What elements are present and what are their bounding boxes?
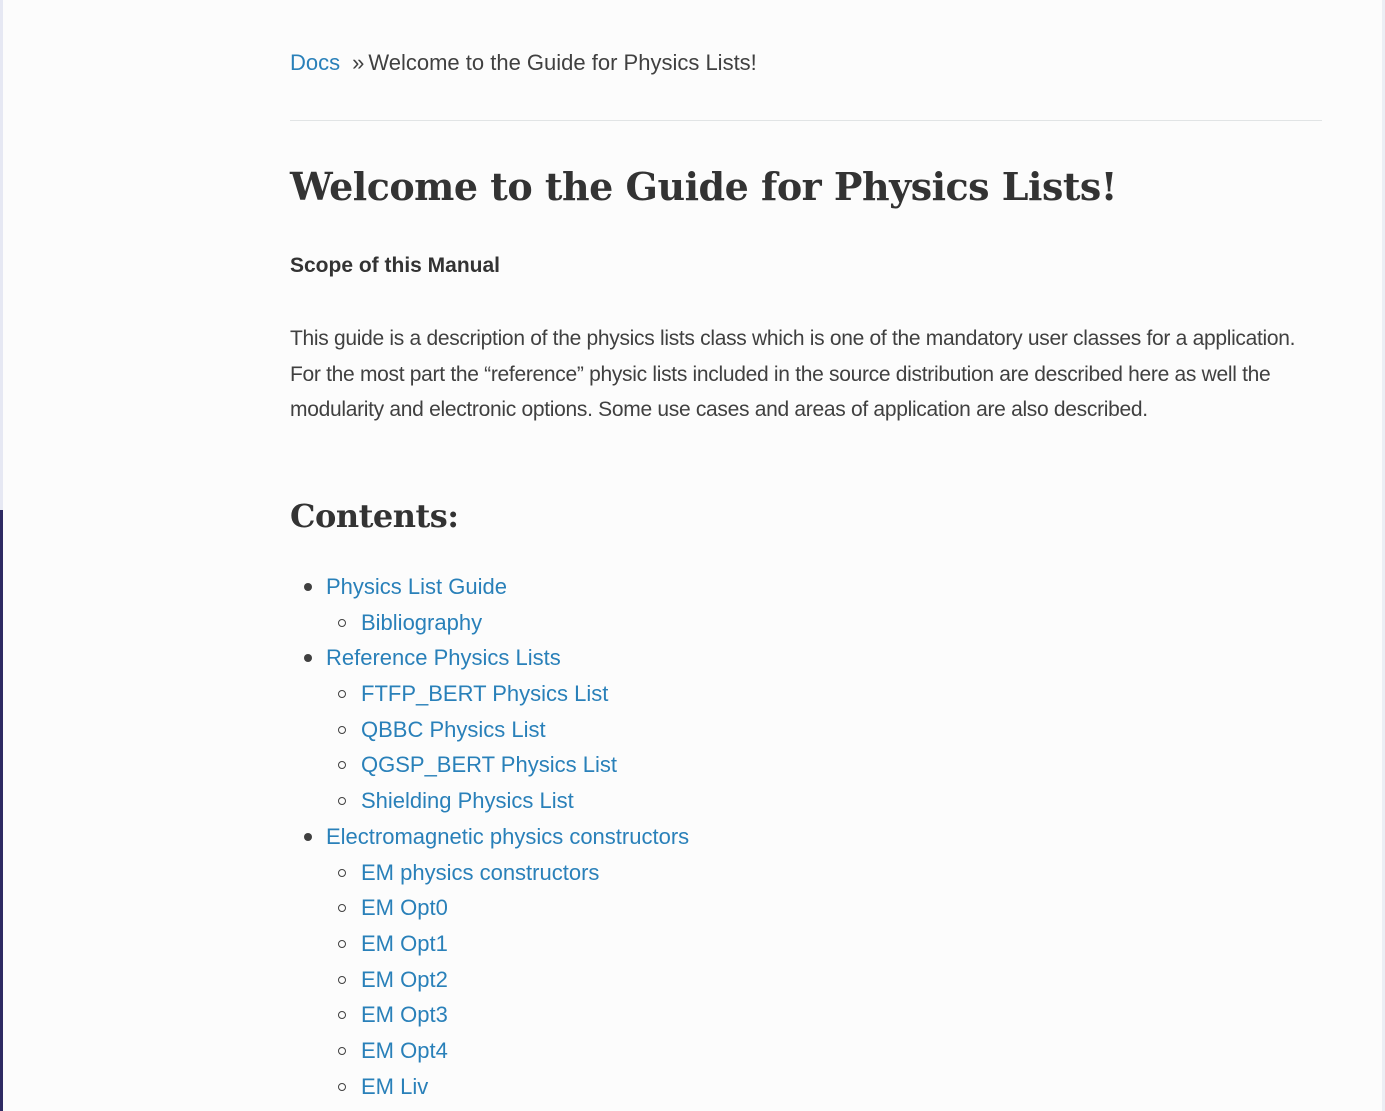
breadcrumb-current: Welcome to the Guide for Physics Lists!: [368, 50, 757, 75]
table-of-contents: Physics List Guide Bibliography Reference …: [290, 569, 689, 1104]
breadcrumb: Docs » Welcome to the Guide for Physics Li…: [290, 48, 757, 78]
toc-item: Electromagnetic physics constructors: [290, 819, 689, 855]
bullet-circle-icon: [338, 797, 346, 806]
toc-link[interactable]: Electromagnetic physics constructors: [326, 824, 689, 849]
toc-link[interactable]: EM Opt2: [361, 967, 448, 992]
toc-item: EM physics constructors: [290, 855, 689, 891]
toc-item: FTFP_BERT Physics List: [290, 676, 689, 712]
bullet-circle-icon: [338, 618, 346, 627]
toc-item: QBBC Physics List: [290, 712, 689, 748]
toc-link[interactable]: QGSP_BERT Physics List: [361, 752, 617, 777]
scope-heading: Scope of this Manual: [290, 254, 501, 277]
toc-item: Bibliography: [290, 605, 689, 641]
toc-link[interactable]: Bibliography: [361, 610, 482, 635]
bullet-circle-icon: [338, 868, 346, 877]
toc-link[interactable]: EM physics constructors: [361, 860, 599, 885]
toc-item: Physics List Guide: [290, 569, 689, 605]
toc-item: EM Liv: [290, 1069, 689, 1105]
toc-item: EM Opt2: [290, 962, 689, 998]
toc-link[interactable]: FTFP_BERT Physics List: [361, 681, 608, 706]
sidebar-edge-dark: [0, 510, 3, 1111]
page-title: Welcome to the Guide for Physics Lists!: [290, 164, 1117, 209]
toc-item: EM Opt3: [290, 997, 689, 1033]
bullet-circle-icon: [338, 690, 346, 699]
toc-item: EM Opt1: [290, 926, 689, 962]
toc-link[interactable]: Shielding Physics List: [361, 788, 574, 813]
bullet-circle-icon: [338, 975, 346, 984]
sidebar-edge: [0, 0, 3, 510]
toc-item: Shielding Physics List: [290, 783, 689, 819]
toc-item: EM Opt4: [290, 1033, 689, 1069]
toc-link[interactable]: Physics List Guide: [326, 574, 507, 599]
bullet-circle-icon: [338, 904, 346, 913]
bullet-disc-icon: [304, 654, 312, 663]
breadcrumb-docs-link[interactable]: Docs: [290, 50, 340, 75]
toc-link[interactable]: EM Opt0: [361, 895, 448, 920]
intro-paragraph: This guide is a description of the physi…: [290, 327, 1296, 422]
toc-item: QGSP_BERT Physics List: [290, 747, 689, 783]
bullet-disc-icon: [304, 832, 312, 841]
bullet-circle-icon: [338, 1011, 346, 1020]
toc-link[interactable]: EM Liv: [361, 1074, 428, 1099]
toc-link[interactable]: EM Opt1: [361, 931, 448, 956]
bullet-disc-icon: [304, 583, 312, 591]
toc-link[interactable]: EM Opt3: [361, 1002, 448, 1027]
toc-link[interactable]: Reference Physics Lists: [326, 645, 561, 670]
bullet-circle-icon: [338, 725, 346, 734]
contents-heading: Contents:: [290, 497, 459, 535]
bullet-circle-icon: [338, 939, 346, 948]
bullet-circle-icon: [338, 1046, 346, 1055]
toc-link[interactable]: QBBC Physics List: [361, 717, 546, 742]
bullet-circle-icon: [338, 1082, 346, 1091]
breadcrumb-separator: »: [352, 50, 365, 75]
toc-item: Reference Physics Lists: [290, 640, 689, 676]
toc-link[interactable]: EM Opt4: [361, 1038, 448, 1063]
bullet-circle-icon: [338, 761, 346, 770]
header-divider: [290, 120, 1322, 121]
toc-item: EM Opt0: [290, 890, 689, 926]
